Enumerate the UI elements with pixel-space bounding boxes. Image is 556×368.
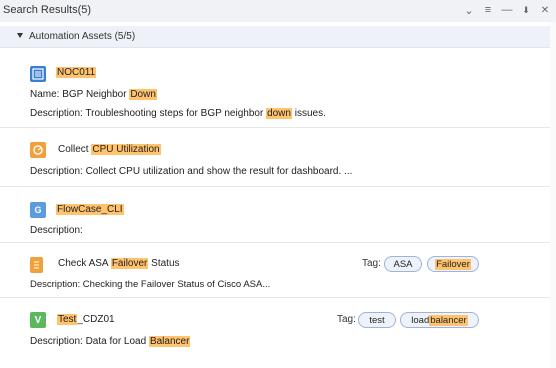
title-highlight: Test [57,314,78,325]
tag-failover[interactable]: Failover [427,256,479,272]
tag-load-balancer[interactable]: load balancer [400,312,479,328]
tag-asa[interactable]: ASA [384,256,422,272]
result-item[interactable]: NOC011 Name: BGP Neighbor Down Descripti… [0,48,550,128]
description-text: Description: Data for Load [30,336,149,347]
name-highlight: Down [129,89,157,100]
panel-controls: ⌄ ≡ — ⬇ ✕ [464,2,550,18]
panel-title: Search Results(5) [3,4,92,16]
group-label: Automation Assets (5/5) [29,31,136,42]
title-text-end: _CDZ01 [77,314,115,325]
result-description: Description: Troubleshooting steps for B… [30,108,326,119]
result-title[interactable]: Collect CPU Utilization [58,144,161,155]
name-text: Name: BGP Neighbor [30,89,130,100]
result-title[interactable]: FlowCase_CLI [56,204,124,215]
description-text: Description: Troubleshooting steps for B… [30,108,267,119]
result-item[interactable]: Collect CPU Utilization Description: Col… [0,128,550,187]
menu-icon[interactable]: ≡ [483,3,493,17]
tag-text: load [411,314,430,326]
result-description: Description: Checking the Failover Statu… [30,279,271,290]
result-title[interactable]: Test_CDZ01 [57,314,115,325]
result-description: Description: [30,225,83,236]
title-highlight: CPU Utilization [91,144,161,155]
tag-test[interactable]: test [358,312,396,328]
title-text: Collect [58,144,92,155]
result-item[interactable]: G FlowCase_CLI Description: [0,187,550,243]
pin-icon[interactable]: ⬇ [521,3,531,17]
title-highlight: NOC011 [56,67,97,78]
runbook-icon [30,66,46,82]
results-list: NOC011 Name: BGP Neighbor Down Descripti… [0,48,550,358]
result-item[interactable]: Check ASA Failover Status Tag: ASA Failo… [0,243,550,298]
title-text-end: Status [148,258,180,269]
scrollbar[interactable] [550,22,556,368]
result-description: Description: Data for Load Balancer [30,336,191,347]
description-highlight: down [266,108,292,119]
title-highlight: Failover [110,258,149,269]
close-icon[interactable]: ✕ [540,3,550,17]
dashboard-icon [30,142,46,158]
result-item[interactable]: V Test_CDZ01 Tag: test load balancer Des… [0,298,550,358]
tag-highlight: balancer [429,314,468,326]
tag-highlight: Failover [435,258,471,270]
result-title[interactable]: Check ASA Failover Status [58,258,180,269]
flowcase-icon: G [30,202,46,218]
tag-label: Tag: [337,314,356,325]
result-name: Name: BGP Neighbor Down [30,89,157,100]
flowcase-icon-letter: G [34,205,42,215]
collapse-chevron-icon[interactable]: ⌄ [464,3,474,17]
description-text-end: issues. [291,108,326,119]
description-highlight: Balancer [148,336,191,347]
tag-label: Tag: [362,258,381,269]
result-description: Description: Collect CPU utilization and… [30,166,353,177]
panel-titlebar: Search Results(5) ⌄ ≡ — ⬇ ✕ [0,0,556,22]
result-title[interactable]: NOC011 [56,67,97,78]
title-text: Check ASA [58,258,111,269]
minimize-icon[interactable]: — [502,3,513,17]
verify-icon-letter: V [34,314,42,326]
verify-icon: V [30,312,46,328]
checklist-icon [30,257,43,273]
group-header-automation-assets[interactable]: Automation Assets (5/5) [0,26,550,48]
caret-down-icon[interactable] [17,33,23,38]
title-highlight: FlowCase_CLI [56,204,124,215]
